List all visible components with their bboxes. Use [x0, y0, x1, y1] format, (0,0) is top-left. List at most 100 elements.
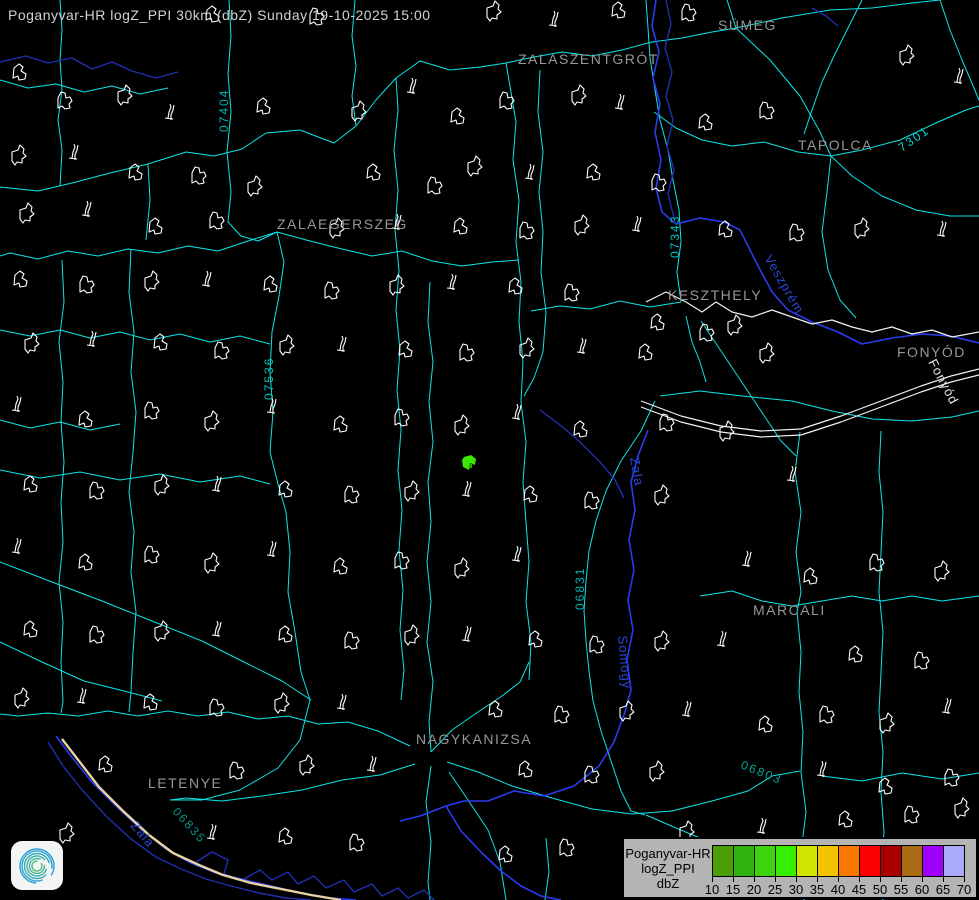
settlement-glyph: [14, 271, 27, 287]
settlement-glyph: [79, 554, 92, 570]
river-layer: [0, 0, 838, 900]
city-label-fonyd: FONYÓD: [897, 344, 966, 360]
settlement-glyph: [337, 336, 346, 352]
settlement-glyph: [447, 274, 456, 290]
railway-line: [641, 369, 979, 431]
settlement-glyph: [585, 492, 599, 509]
precipitation-echo-core: [469, 464, 472, 468]
settlement-glyph: [264, 276, 277, 292]
settlement-glyph: [855, 218, 869, 238]
country-border-layer: [62, 739, 341, 900]
settlement-glyph: [205, 411, 219, 431]
county-name-label: Zala: [627, 456, 647, 487]
legend-swatch: [796, 845, 818, 877]
settlement-glyph: [24, 476, 37, 492]
road-number-label: 07343: [668, 215, 682, 258]
settlement-glyph: [407, 78, 416, 94]
settlement-glyph: [468, 156, 482, 176]
legend-swatch: [880, 845, 902, 877]
settlement-glyph: [90, 482, 104, 499]
settlement-glyph: [455, 415, 469, 435]
legend-swatch: [754, 845, 776, 877]
settlement-glyph: [574, 421, 587, 437]
settlement-glyph: [655, 631, 669, 651]
settlement-glyph: [230, 762, 244, 779]
settlement-glyph: [280, 335, 294, 355]
settlement-glyph: [717, 631, 726, 647]
road-line: [0, 420, 120, 430]
settlement-glyph: [512, 546, 521, 562]
settlement-glyph: [587, 164, 600, 180]
settlement-glyph: [612, 2, 625, 18]
road-line: [0, 642, 162, 701]
legend-title-block: Poganyvar-HR logZ_PPI dbZ: [624, 839, 712, 897]
settlement-glyph: [462, 481, 471, 497]
road-line: [0, 470, 270, 484]
road-line: [545, 838, 549, 900]
settlement-glyph: [145, 546, 159, 563]
legend-tick-label: 20: [747, 882, 761, 897]
settlement-glyph: [69, 144, 78, 160]
settlement-glyph: [405, 625, 419, 645]
settlement-glyph: [870, 554, 884, 571]
city-label-tapolca: TAPOLCA: [798, 137, 873, 153]
settlement-glyph: [460, 344, 474, 361]
legend-swatch: [775, 845, 797, 877]
legend-swatch: [838, 845, 860, 877]
settlement-glyph: [455, 558, 469, 578]
river-line: [0, 56, 178, 78]
settlement-glyph: [300, 755, 314, 775]
road-number-label: 07536: [262, 357, 276, 400]
settlement-glyph: [560, 839, 574, 856]
settlement-glyph: [632, 216, 641, 232]
country-border-line: [62, 739, 341, 900]
radar-map-screen: ZALASZENTGRÓTSÜMEGTAPOLCAZALAEGERSZEGKES…: [0, 0, 979, 900]
settlement-glyph: [257, 98, 270, 114]
legend-tick-label: 60: [915, 882, 929, 897]
legend-swatch: [859, 845, 881, 877]
settlement-glyph: [650, 761, 664, 781]
legend-line-radar-name: Poganyvar-HR: [625, 846, 710, 861]
dbz-color-legend: Poganyvar-HR logZ_PPI dbZ 10152025303540…: [622, 837, 978, 899]
city-label-zalaszentgrt: ZALASZENTGRÓT: [518, 51, 659, 67]
settlement-glyph: [728, 315, 742, 335]
road-line: [129, 249, 136, 712]
settlement-glyph: [210, 212, 224, 229]
river-line: [665, 0, 674, 218]
legend-tick-label: 65: [936, 882, 950, 897]
legend-color-bar: 10152025303540455055606570: [712, 839, 976, 897]
radar-map-canvas: ZALASZENTGRÓTSÜMEGTAPOLCAZALAEGERSZEGKES…: [0, 0, 979, 900]
settlement-glyph: [519, 761, 532, 777]
settlement-glyph: [454, 218, 467, 234]
settlement-glyph: [345, 486, 359, 503]
settlement-glyph: [82, 201, 91, 217]
settlement-glyph: [700, 324, 714, 341]
legend-swatches: [712, 845, 965, 877]
settlement-glyph: [555, 706, 569, 723]
radar-product-title: Poganyvar-HR logZ_PPI 30km (dbZ) Sunday …: [8, 7, 431, 23]
road-line: [427, 282, 433, 752]
settlement-glyph: [334, 558, 347, 574]
settlement-glyph: [615, 94, 624, 110]
settlement-glyph: [155, 621, 169, 641]
legend-tick-label: 25: [768, 882, 782, 897]
settlement-glyph: [205, 553, 219, 573]
settlement-glyph: [760, 102, 774, 119]
settlement-glyph: [87, 331, 96, 347]
county-name-label: Fonyód: [925, 356, 961, 407]
road-network-layer: [0, 0, 979, 900]
settlement-glyph: [12, 145, 26, 165]
settlement-glyph: [192, 167, 206, 184]
settlement-glyph: [954, 68, 963, 84]
settlement-glyph: [79, 411, 92, 427]
road-line: [831, 156, 979, 216]
road-number-label: 06835: [170, 805, 209, 847]
settlement-glyph: [279, 828, 292, 844]
legend-tick-label: 55: [894, 882, 908, 897]
settlement-glyph: [12, 396, 21, 412]
settlement-glyph: [572, 85, 586, 105]
settlement-glyph: [462, 626, 471, 642]
legend-swatch: [712, 845, 734, 877]
settlement-glyph: [512, 404, 521, 420]
road-line: [0, 61, 506, 191]
